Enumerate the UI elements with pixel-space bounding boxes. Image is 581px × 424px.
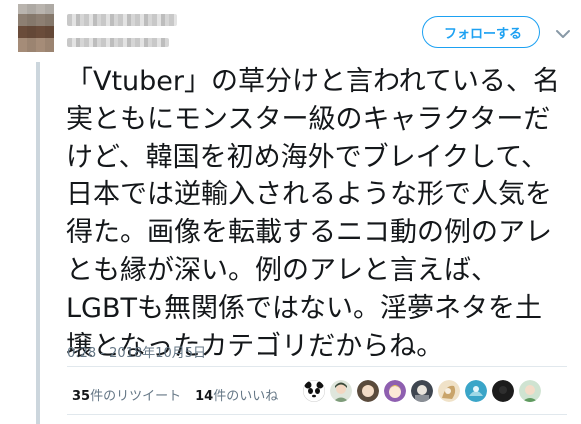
anime-character-avatar-icon[interactable] — [519, 380, 541, 402]
anime-character-avatar-icon[interactable] — [330, 380, 352, 402]
like-label: 件のいいね — [213, 389, 279, 404]
retweet-count: 35 — [72, 389, 91, 404]
tweet-text-line: けど、韓国を初め海外でブレイクして、 — [66, 141, 548, 173]
tweet-text-line: 得た。画像を転載するニコ動の例のアレ — [66, 217, 552, 249]
like-count: 14 — [195, 389, 214, 404]
author-info[interactable] — [67, 10, 217, 54]
tweet-stats: 35件のリツイート 14件のいいね — [72, 385, 278, 404]
retweet-label: 件のリツイート — [90, 389, 182, 404]
divider-top — [67, 366, 567, 367]
tweet-text: 「Vtuber」の草分けと言われている、名 実ともにモンスター級のキャラクターだ… — [66, 63, 566, 365]
more-options-chevron-down-icon[interactable] — [555, 25, 571, 38]
tweet-text-line: 「Vtuber」の草分けと言われている、名 — [66, 66, 560, 97]
follow-button[interactable]: フォローする — [422, 16, 540, 48]
author-display-name-blurred[interactable] — [67, 14, 177, 26]
anime-character-avatar-icon[interactable] — [384, 380, 406, 402]
liker-avatars — [303, 380, 541, 402]
tweet-timestamp[interactable]: 0:28 - 2018年10月5日 — [67, 342, 206, 361]
like-stat[interactable]: 14件のいいね — [195, 385, 278, 404]
anime-character-avatar-icon[interactable] — [465, 380, 487, 402]
author-avatar[interactable] — [18, 4, 54, 52]
anime-character-avatar-icon[interactable] — [411, 380, 433, 402]
retweet-stat[interactable]: 35件のリツイート — [72, 385, 181, 404]
tweet-text-line: LGBTも無関係ではない。淫夢ネタを土 — [66, 292, 542, 324]
tweet-text-line: 日本では逆輸入されるような形で人気を — [66, 179, 552, 211]
tweet-text-line: とも縁が深い。例のアレと言えば、 — [66, 254, 498, 286]
thread-line — [36, 62, 40, 424]
tweet-text-line: 実ともにモンスター級のキャラクターだ — [66, 103, 551, 135]
author-handle-blurred[interactable] — [67, 38, 169, 47]
panda-avatar-icon[interactable] — [303, 380, 325, 402]
divider-bottom — [67, 414, 567, 415]
dark-avatar-icon[interactable] — [492, 380, 514, 402]
follow-button-label: フォローする — [443, 26, 522, 42]
anime-character-avatar-icon[interactable] — [357, 380, 379, 402]
anime-character-avatar-icon[interactable] — [438, 380, 460, 402]
